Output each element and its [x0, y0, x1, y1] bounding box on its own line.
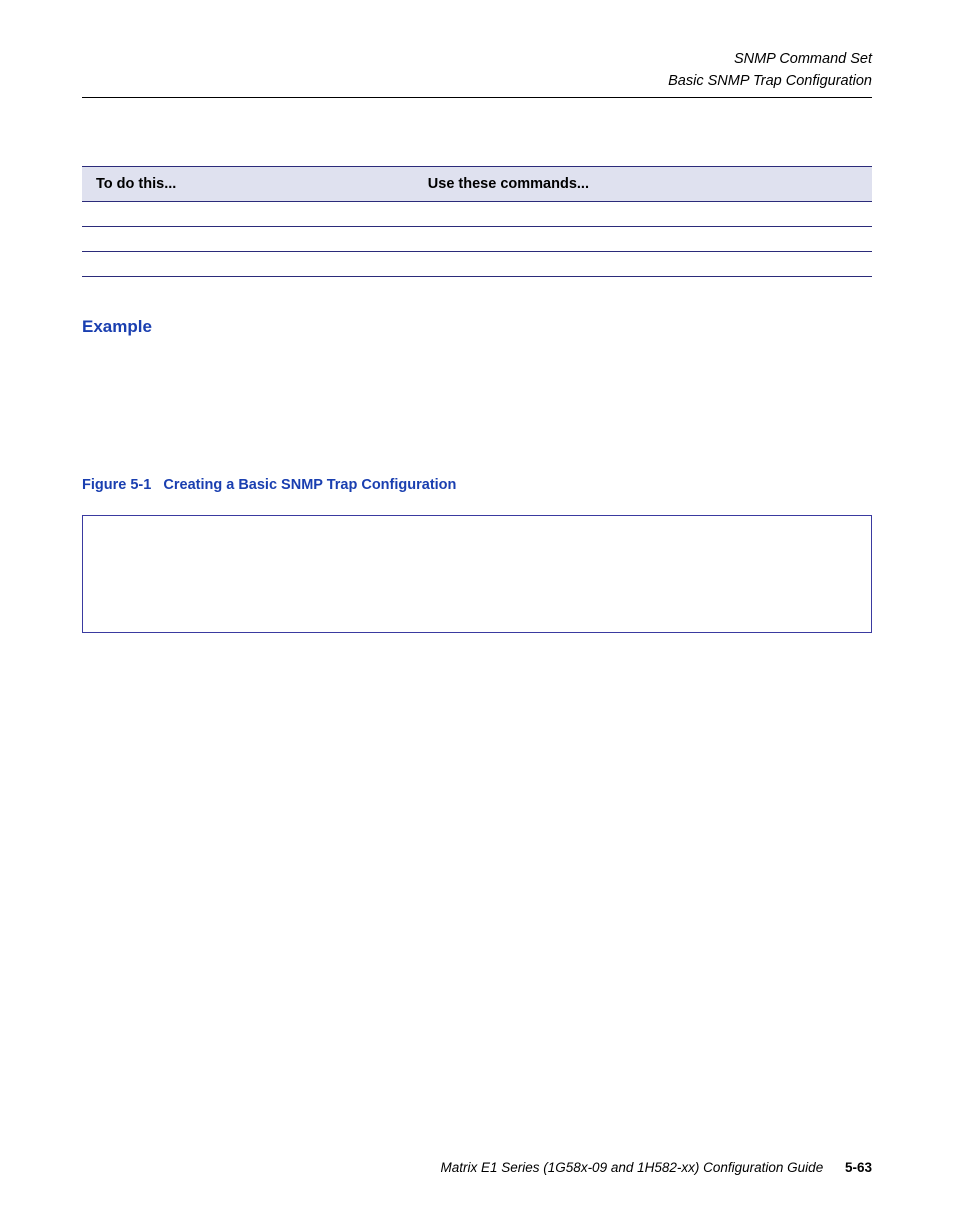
- table-cell-todo: [82, 201, 414, 226]
- command-table: To do this... Use these commands...: [82, 166, 872, 277]
- table-row: [82, 251, 872, 276]
- table-header-commands: Use these commands...: [414, 166, 872, 201]
- table-cell-todo: [82, 226, 414, 251]
- figure-caption: Figure 5-1 Creating a Basic SNMP Trap Co…: [82, 477, 872, 493]
- running-header: SNMP Command Set Basic SNMP Trap Configu…: [82, 48, 872, 93]
- table-header-row: To do this... Use these commands...: [82, 166, 872, 201]
- table-row: [82, 226, 872, 251]
- header-line-1: SNMP Command Set: [82, 48, 872, 70]
- header-line-2: Basic SNMP Trap Configuration: [82, 70, 872, 92]
- page-container: SNMP Command Set Basic SNMP Trap Configu…: [0, 0, 954, 1227]
- header-rule: [82, 97, 872, 98]
- table-cell-cmd: [414, 251, 872, 276]
- figure-title: Creating a Basic SNMP Trap Configuration: [163, 477, 456, 493]
- figure-label: Figure 5-1: [82, 477, 151, 493]
- example-heading: Example: [82, 317, 872, 337]
- footer-page-number: 5-63: [845, 1160, 872, 1175]
- footer-text: Matrix E1 Series (1G58x-09 and 1H582-xx)…: [441, 1160, 824, 1175]
- table-cell-cmd: [414, 201, 872, 226]
- table-header-todo: To do this...: [82, 166, 414, 201]
- page-footer: Matrix E1 Series (1G58x-09 and 1H582-xx)…: [441, 1160, 872, 1175]
- table-cell-cmd: [414, 226, 872, 251]
- figure-code-box: [82, 515, 872, 633]
- table-cell-todo: [82, 251, 414, 276]
- table-row: [82, 201, 872, 226]
